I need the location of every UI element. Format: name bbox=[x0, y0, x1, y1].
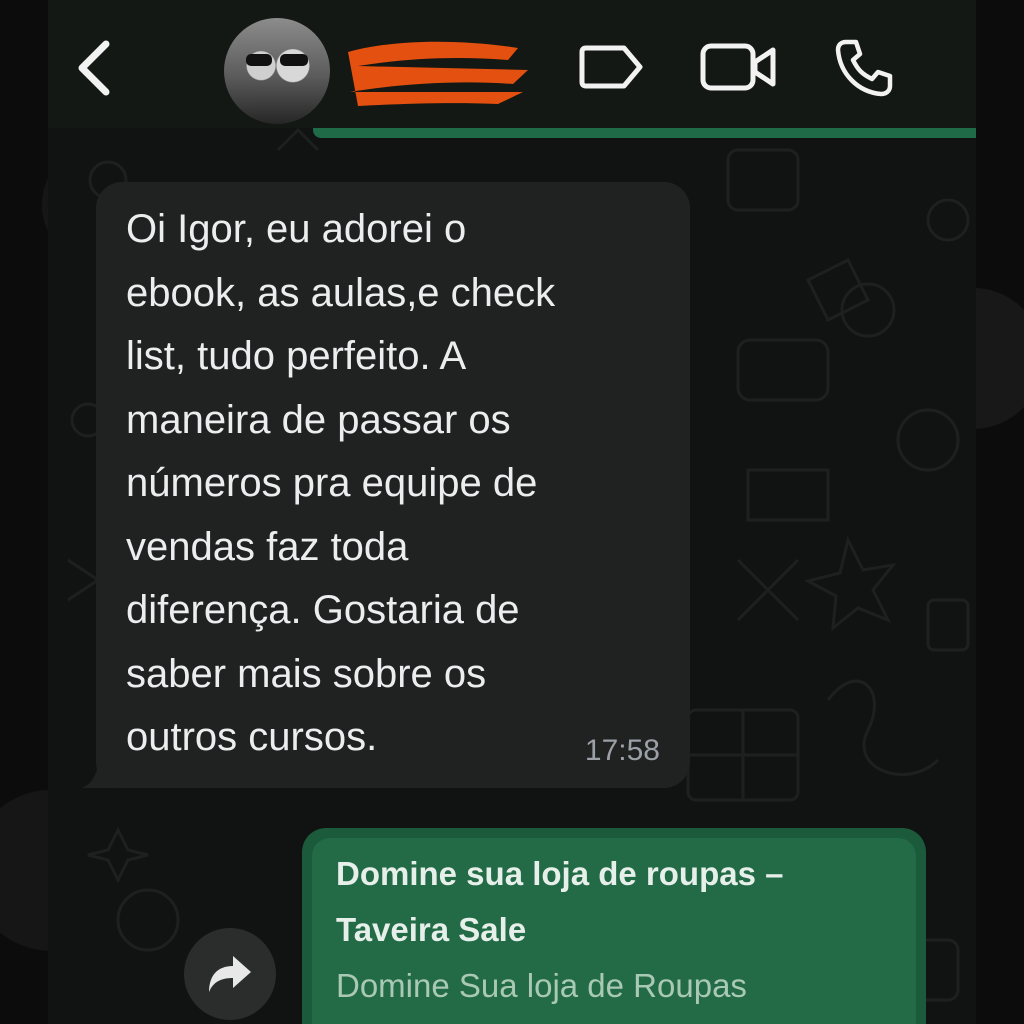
message-text: Oi Igor, eu adorei o ebook, as aulas,e c… bbox=[126, 207, 556, 759]
forward-button[interactable] bbox=[184, 928, 276, 1020]
chat-screen: Oi Igor, eu adorei o ebook, as aulas,e c… bbox=[48, 0, 976, 1024]
message-timestamp: 17:58 bbox=[584, 734, 660, 767]
avatar[interactable] bbox=[224, 18, 330, 124]
label-tag-icon bbox=[579, 45, 643, 89]
label-button[interactable] bbox=[574, 32, 648, 102]
link-preview-title: Domine sua loja de roupas – Taveira Sale bbox=[336, 855, 784, 948]
sunglasses-shape bbox=[246, 54, 308, 66]
video-call-icon bbox=[700, 43, 776, 91]
video-call-button[interactable] bbox=[698, 32, 780, 102]
link-preview-description: Domine Sua loja de Roupas bbox=[336, 967, 747, 1004]
back-button[interactable] bbox=[70, 36, 118, 100]
forward-arrow-icon bbox=[209, 956, 251, 992]
chevron-left-icon bbox=[78, 40, 110, 96]
header-accent-strip bbox=[313, 128, 976, 138]
voice-call-button[interactable] bbox=[830, 32, 896, 102]
contact-name-redaction[interactable] bbox=[338, 30, 538, 110]
voice-call-icon bbox=[835, 39, 893, 97]
bubble-tail bbox=[82, 752, 118, 788]
